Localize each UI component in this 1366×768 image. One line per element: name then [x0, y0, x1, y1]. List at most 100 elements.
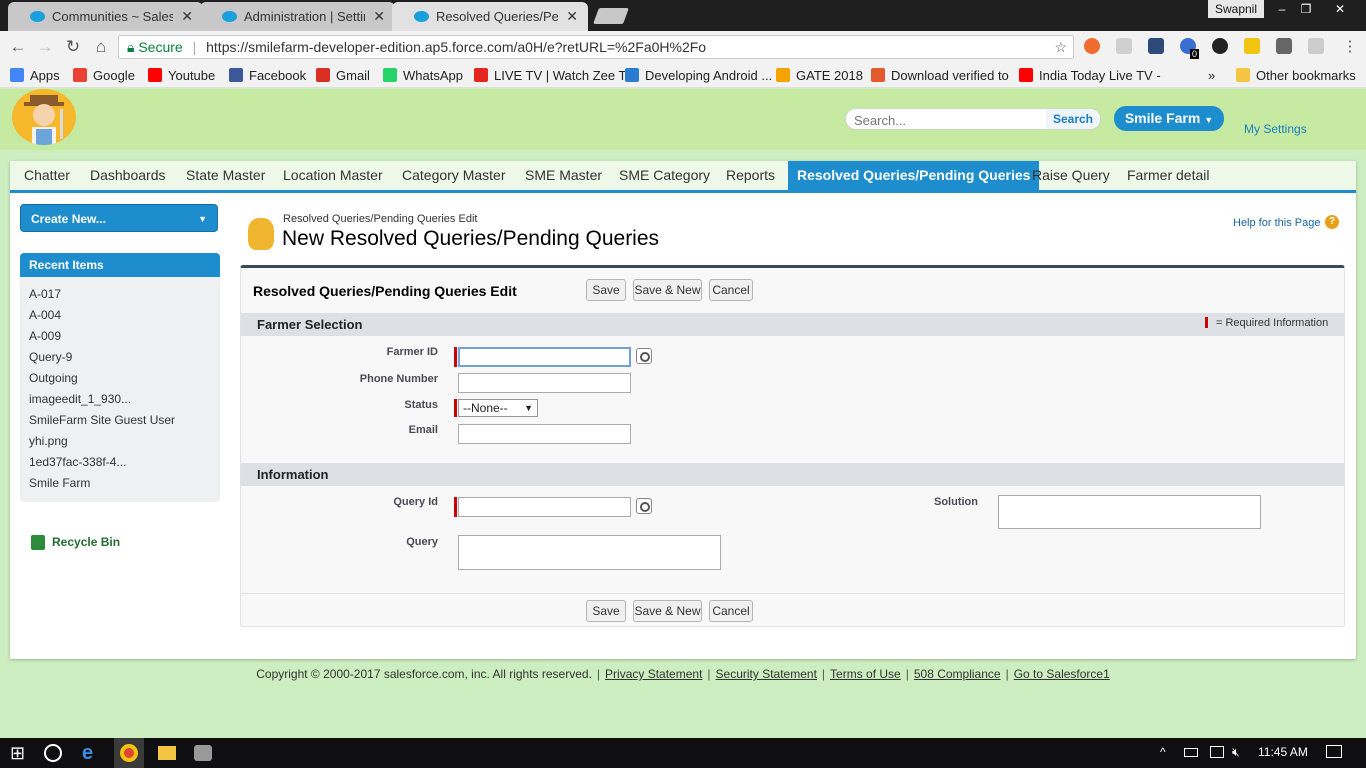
search-button[interactable]: Search — [1046, 109, 1100, 129]
extension-icon[interactable] — [1148, 38, 1164, 54]
close-window-icon[interactable]: ✕ — [1326, 0, 1354, 18]
go-to-salesforce1-link[interactable]: Go to Salesforce1 — [1014, 667, 1110, 681]
address-bar[interactable]: 🔒︎ Secure | https://smilefarm-developer-… — [118, 35, 1074, 59]
tab-state-master[interactable]: State Master — [177, 161, 274, 190]
file-explorer-icon[interactable] — [158, 746, 176, 760]
recent-item[interactable]: SmileFarm Site Guest User — [29, 413, 175, 427]
extension-icon[interactable] — [1116, 38, 1132, 54]
browser-tab-resolved-queries[interactable]: Resolved Queries/Pending✕ — [392, 2, 588, 31]
email-input[interactable] — [458, 424, 631, 444]
terms-of-use-link[interactable]: Terms of Use — [830, 667, 901, 681]
save-button[interactable]: Save — [586, 600, 626, 622]
tab-category-master[interactable]: Category Master — [393, 161, 514, 190]
maximize-icon[interactable]: ❐ — [1292, 0, 1320, 18]
bookmark-item[interactable]: LIVE TV | Watch Zee T — [474, 66, 626, 84]
recent-item[interactable]: A-004 — [29, 308, 61, 322]
close-tab-icon[interactable]: ✕ — [181, 8, 193, 25]
tab-chatter[interactable]: Chatter — [15, 161, 79, 190]
help-link[interactable]: Help for this Page — [1233, 217, 1320, 229]
tab-raise-query[interactable]: Raise Query — [1023, 161, 1119, 190]
cancel-button[interactable]: Cancel — [709, 279, 753, 301]
extension-icon[interactable] — [1244, 38, 1260, 54]
save-new-button[interactable]: Save & New — [633, 600, 702, 622]
recycle-bin-link[interactable]: Recycle Bin — [52, 535, 120, 549]
chrome-menu-icon[interactable]: ⋮ — [1340, 37, 1360, 55]
battery-icon[interactable] — [1184, 748, 1198, 757]
security-statement-link[interactable]: Security Statement — [716, 667, 817, 681]
tab-location-master[interactable]: Location Master — [274, 161, 392, 190]
notifications-icon[interactable] — [1326, 745, 1342, 758]
taskbar-clock[interactable]: 11:45 AM — [1258, 745, 1308, 759]
recent-item[interactable]: Outgoing — [29, 371, 78, 385]
bookmark-item[interactable]: Apps — [10, 66, 60, 84]
extension-icon[interactable] — [1276, 38, 1292, 54]
bookmark-item[interactable]: Facebook — [229, 66, 306, 84]
recent-item[interactable]: A-009 — [29, 329, 61, 343]
recent-item[interactable]: 1ed37fac-338f-4... — [29, 455, 126, 469]
show-hidden-icons[interactable]: ^ — [1160, 745, 1166, 759]
bookmark-item[interactable]: India Today Live TV - — [1019, 66, 1161, 84]
browser-tab-administration[interactable]: Administration | Settings✕ — [200, 2, 395, 31]
bookmark-item[interactable]: Download verified to — [871, 66, 1009, 84]
query-id-input[interactable] — [458, 497, 631, 517]
bookmark-item[interactable]: Gmail — [316, 66, 370, 84]
farmer-id-input[interactable] — [458, 347, 631, 367]
network-icon[interactable] — [1210, 746, 1224, 758]
bookmark-item[interactable]: Developing Android ... — [625, 66, 772, 84]
new-tab-button[interactable] — [593, 8, 629, 24]
status-select[interactable]: --None-- ▼ — [458, 399, 538, 417]
reload-icon[interactable]: ↻ — [63, 37, 83, 57]
phone-number-input[interactable] — [458, 373, 631, 393]
create-new-button[interactable]: Create New... ▼ — [20, 204, 218, 232]
tab-farmer-detail[interactable]: Farmer detail — [1118, 161, 1218, 190]
close-tab-icon[interactable]: ✕ — [566, 8, 578, 25]
my-settings-link[interactable]: My Settings — [1244, 122, 1307, 136]
forward-icon[interactable]: → — [35, 37, 55, 57]
app-menu-button[interactable]: Smile Farm ▼ — [1114, 106, 1224, 131]
extension-icon[interactable] — [1308, 38, 1324, 54]
folder-icon — [1236, 68, 1250, 82]
browser-profile-name[interactable]: Swapnil — [1208, 0, 1264, 18]
bookmark-item[interactable]: GATE 2018 — [776, 66, 863, 84]
query-textarea[interactable] — [458, 535, 721, 570]
recent-item[interactable]: Query-9 — [29, 350, 72, 364]
bookmark-star-icon[interactable]: ☆ — [1054, 36, 1067, 58]
volume-icon[interactable]: 🔇︎ — [1232, 745, 1240, 760]
bookmarks-overflow-button[interactable]: » — [1208, 66, 1215, 84]
extension-icon[interactable] — [1084, 38, 1100, 54]
tab-reports[interactable]: Reports — [717, 161, 784, 190]
other-bookmarks[interactable]: Other bookmarks — [1236, 66, 1356, 84]
lookup-search-icon[interactable] — [636, 348, 652, 364]
app-icon[interactable] — [194, 745, 212, 761]
search-input[interactable] — [854, 111, 1040, 129]
tab-sme-category[interactable]: SME Category — [610, 161, 719, 190]
close-tab-icon[interactable]: ✕ — [373, 8, 385, 25]
compliance-508-link[interactable]: 508 Compliance — [914, 667, 1001, 681]
cortana-icon[interactable] — [44, 744, 62, 762]
tab-dashboards[interactable]: Dashboards — [81, 161, 175, 190]
recycle-bin-icon[interactable] — [31, 535, 45, 550]
windows-start-icon[interactable]: ⊞ — [10, 742, 32, 764]
lookup-search-icon[interactable] — [636, 498, 652, 514]
home-icon[interactable]: ⌂ — [91, 37, 111, 57]
recent-item[interactable]: imageedit_1_930... — [29, 392, 131, 406]
bookmark-item[interactable]: Google — [73, 66, 135, 84]
tab-resolved-queries[interactable]: Resolved Queries/Pending Queries — [788, 161, 1040, 190]
recent-item[interactable]: Smile Farm — [29, 476, 90, 490]
browser-tab-communities[interactable]: Communities ~ Salesforce✕ — [8, 2, 203, 31]
edge-icon[interactable]: e — [82, 742, 104, 764]
tab-sme-master[interactable]: SME Master — [516, 161, 611, 190]
save-new-button[interactable]: Save & New — [633, 279, 702, 301]
save-button[interactable]: Save — [586, 279, 626, 301]
privacy-statement-link[interactable]: Privacy Statement — [605, 667, 702, 681]
bookmark-item[interactable]: Youtube — [148, 66, 215, 84]
help-icon[interactable]: ? — [1325, 215, 1339, 229]
extension-icon[interactable] — [1212, 38, 1228, 54]
recent-item[interactable]: A-017 — [29, 287, 61, 301]
bookmark-item[interactable]: WhatsApp — [383, 66, 463, 84]
recent-item[interactable]: yhi.png — [29, 434, 68, 448]
back-icon[interactable]: ← — [8, 37, 28, 57]
cancel-button[interactable]: Cancel — [709, 600, 753, 622]
smile-farm-logo[interactable] — [12, 89, 76, 145]
solution-textarea[interactable] — [998, 495, 1261, 529]
